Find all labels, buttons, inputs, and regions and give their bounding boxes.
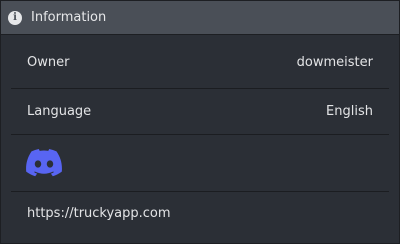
panel-header: i Information <box>1 1 399 35</box>
owner-row: Owner dowmeister <box>1 36 399 88</box>
owner-label: Owner <box>27 54 70 70</box>
info-icon: i <box>8 10 22 25</box>
owner-value: dowmeister <box>296 54 373 70</box>
language-value: English <box>326 104 373 119</box>
language-label: Language <box>27 104 92 119</box>
discord-row <box>1 135 399 191</box>
website-row: https://truckyapp.com <box>1 192 399 235</box>
information-panel: i Information Owner dowmeister Language … <box>0 0 400 244</box>
website-link[interactable]: https://truckyapp.com <box>27 206 171 221</box>
discord-icon[interactable] <box>26 149 62 177</box>
panel-title: Information <box>31 10 107 25</box>
language-row: Language English <box>1 89 399 134</box>
